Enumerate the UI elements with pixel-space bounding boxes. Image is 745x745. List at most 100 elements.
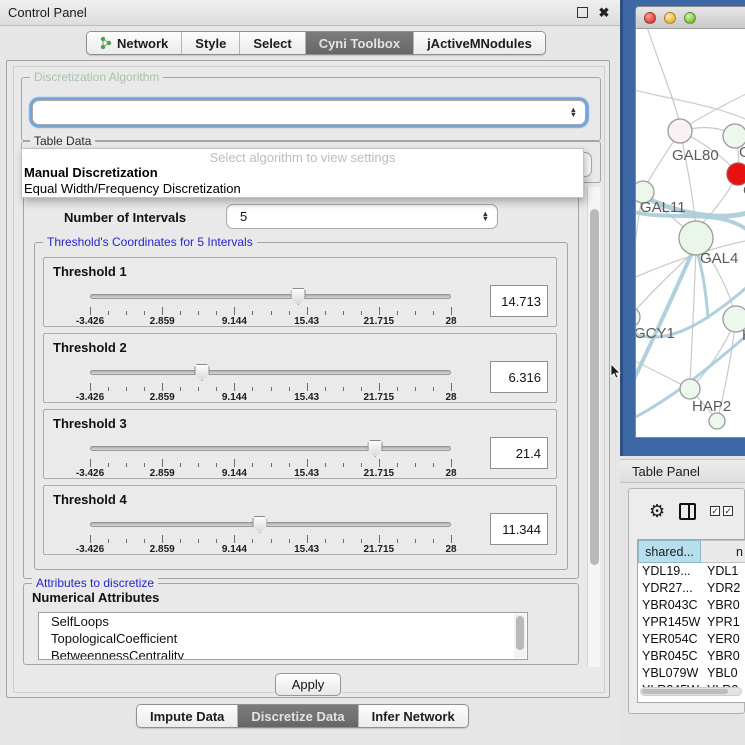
tab-select[interactable]: Select bbox=[239, 32, 304, 54]
threshold-4-value-field[interactable]: 11.344 bbox=[490, 513, 548, 545]
cell[interactable]: YIL0 bbox=[701, 699, 745, 703]
threshold-4-slider[interactable]: -3.426 2.859 9.144 15.43 21.715 28 bbox=[90, 516, 451, 552]
tab-jactivemnodules[interactable]: jActiveMNodules bbox=[413, 32, 545, 54]
tab-network-label: Network bbox=[117, 36, 168, 51]
node-hap2[interactable] bbox=[680, 379, 700, 399]
algorithm-select[interactable]: ▲▼ bbox=[32, 100, 586, 125]
slider-thumb[interactable] bbox=[368, 440, 383, 457]
column-header-name[interactable]: n bbox=[701, 540, 745, 563]
table-panel-title: Table Panel bbox=[632, 464, 700, 479]
panel-scrollbar[interactable] bbox=[587, 187, 600, 667]
checkbox-group: ✓ ✓ bbox=[710, 506, 733, 516]
tab-discretize-data[interactable]: Discretize Data bbox=[237, 705, 357, 727]
threshold-1-slider[interactable]: -3.426 2.859 9.144 15.43 21.715 28 bbox=[90, 288, 451, 324]
cell[interactable]: YER0 bbox=[701, 631, 745, 648]
tab-infer-network[interactable]: Infer Network bbox=[358, 705, 468, 727]
table-row[interactable]: YER054CYER0 bbox=[638, 631, 745, 648]
tab-impute-data[interactable]: Impute Data bbox=[137, 705, 237, 727]
cell[interactable]: YBL079W bbox=[638, 665, 701, 682]
cell[interactable]: YBR0 bbox=[701, 597, 745, 614]
table-row[interactable]: YDL19...YDL1 bbox=[638, 563, 745, 580]
split-columns-icon[interactable] bbox=[679, 503, 696, 520]
cell[interactable]: YPR145W bbox=[638, 614, 701, 631]
slider-track[interactable] bbox=[90, 294, 451, 299]
slider-tick-labels: -3.426 2.859 9.144 15.43 21.715 28 bbox=[90, 316, 451, 327]
slider-tick-labels: -3.426 2.859 9.144 15.43 21.715 28 bbox=[90, 468, 451, 479]
cell[interactable]: YIL052C bbox=[638, 699, 701, 703]
dropdown-option-equal-width[interactable]: Equal Width/Frequency Discretization bbox=[22, 181, 583, 197]
numerical-attributes-list[interactable]: SelfLoops TopologicalCoefficient Between… bbox=[38, 612, 528, 660]
threshold-2-slider[interactable]: -3.426 2.859 9.144 15.43 21.715 28 bbox=[90, 364, 451, 400]
slider-thumb[interactable] bbox=[194, 364, 209, 381]
table-row[interactable]: YBL079WYBL0 bbox=[638, 665, 745, 682]
node-gcy1[interactable] bbox=[636, 307, 640, 327]
slider-track[interactable] bbox=[90, 522, 451, 527]
slider-track[interactable] bbox=[90, 370, 451, 375]
tab-style[interactable]: Style bbox=[181, 32, 239, 54]
cell[interactable]: YER054C bbox=[638, 631, 701, 648]
cell[interactable]: YBL0 bbox=[701, 665, 745, 682]
threshold-3-value-field[interactable]: 21.4 bbox=[490, 437, 548, 469]
slider-track[interactable] bbox=[90, 446, 451, 451]
close-icon[interactable]: ✖ bbox=[596, 5, 612, 21]
tick-label: 21.715 bbox=[364, 316, 395, 327]
panel-scrollbar-thumb[interactable] bbox=[590, 209, 599, 565]
zoom-traffic-light-icon[interactable] bbox=[684, 12, 696, 24]
node-gal80[interactable] bbox=[668, 119, 692, 143]
cell[interactable]: YDR2 bbox=[701, 580, 745, 597]
threshold-2-value-field[interactable]: 6.316 bbox=[490, 361, 548, 393]
list-item[interactable]: BetweennessCentrality bbox=[39, 647, 527, 660]
thresholds-group: Threshold's Coordinates for 5 Intervals … bbox=[34, 242, 568, 570]
tab-discretize-data-label: Discretize Data bbox=[251, 709, 344, 724]
table-row[interactable]: YBR045CYBR0 bbox=[638, 648, 745, 665]
tab-infer-network-label: Infer Network bbox=[372, 709, 455, 724]
list-scrollbar-thumb[interactable] bbox=[516, 616, 524, 650]
checkbox-icon[interactable]: ✓ bbox=[723, 506, 733, 516]
algorithm-dropdown-popup: Select algorithm to view settings Manual… bbox=[21, 148, 584, 198]
list-item[interactable]: SelfLoops bbox=[39, 613, 527, 630]
tick-label: -3.426 bbox=[76, 468, 104, 479]
cell[interactable]: YDL1 bbox=[701, 563, 745, 580]
apply-button[interactable]: Apply bbox=[275, 673, 341, 696]
cell[interactable]: YBR0 bbox=[701, 648, 745, 665]
network-canvas[interactable]: GAL80 GA C GAL11 GAL4 GCY1 H HAP2 bbox=[636, 29, 745, 437]
list-item[interactable]: TopologicalCoefficient bbox=[39, 630, 527, 647]
close-traffic-light-icon[interactable] bbox=[644, 12, 656, 24]
threshold-3-slider[interactable]: -3.426 2.859 9.144 15.43 21.715 28 bbox=[90, 440, 451, 476]
table-horizontal-scrollbar-thumb[interactable] bbox=[642, 689, 728, 694]
top-tab-bar: Network Style Select Cyni Toolbox jActiv… bbox=[86, 31, 546, 55]
cell[interactable]: YPR1 bbox=[701, 614, 745, 631]
table-row[interactable]: YPR145WYPR1 bbox=[638, 614, 745, 631]
threshold-2-box: Threshold 2 -3.426 2.859 9.144 15.43 21.… bbox=[43, 333, 557, 403]
number-of-intervals-select[interactable]: 5 ▲▼ bbox=[226, 204, 498, 229]
cell[interactable]: YDR27... bbox=[638, 580, 701, 597]
cell[interactable]: YDL19... bbox=[638, 563, 701, 580]
node-bottom[interactable] bbox=[709, 413, 725, 429]
tick-label: -3.426 bbox=[76, 544, 104, 555]
control-panel: Control Panel ✖ Network Style Select Cyn… bbox=[0, 0, 620, 745]
tab-cyni-toolbox[interactable]: Cyni Toolbox bbox=[305, 32, 413, 54]
cell[interactable]: YBR043C bbox=[638, 597, 701, 614]
settings-gear-icon[interactable]: ⚙ bbox=[649, 502, 665, 520]
table-horizontal-scrollbar[interactable] bbox=[640, 687, 742, 696]
table-row[interactable]: YDR27...YDR2 bbox=[638, 580, 745, 597]
node-label-gal4: GAL4 bbox=[700, 250, 738, 267]
table-row[interactable]: YBR043CYBR0 bbox=[638, 597, 745, 614]
float-window-icon[interactable] bbox=[574, 5, 590, 21]
slider-thumb[interactable] bbox=[291, 288, 306, 305]
threshold-3-label: Threshold 3 bbox=[53, 416, 127, 431]
checkbox-icon[interactable]: ✓ bbox=[710, 506, 720, 516]
dropdown-placeholder-option[interactable]: Select algorithm to view settings bbox=[22, 149, 583, 165]
list-scrollbar[interactable] bbox=[514, 614, 526, 658]
tick-label: 2.859 bbox=[150, 544, 175, 555]
table-row[interactable]: YIL052CYIL0 bbox=[638, 699, 745, 703]
tab-network[interactable]: Network bbox=[87, 32, 181, 54]
cell[interactable]: YBR045C bbox=[638, 648, 701, 665]
column-header-shared-name[interactable]: shared... bbox=[638, 540, 701, 563]
minimize-traffic-light-icon[interactable] bbox=[664, 12, 676, 24]
mouse-cursor bbox=[610, 364, 622, 380]
dropdown-option-manual[interactable]: Manual Discretization bbox=[22, 165, 583, 181]
tick-label: 2.859 bbox=[150, 468, 175, 479]
slider-thumb[interactable] bbox=[252, 516, 267, 533]
threshold-1-value-field[interactable]: 14.713 bbox=[490, 285, 548, 317]
